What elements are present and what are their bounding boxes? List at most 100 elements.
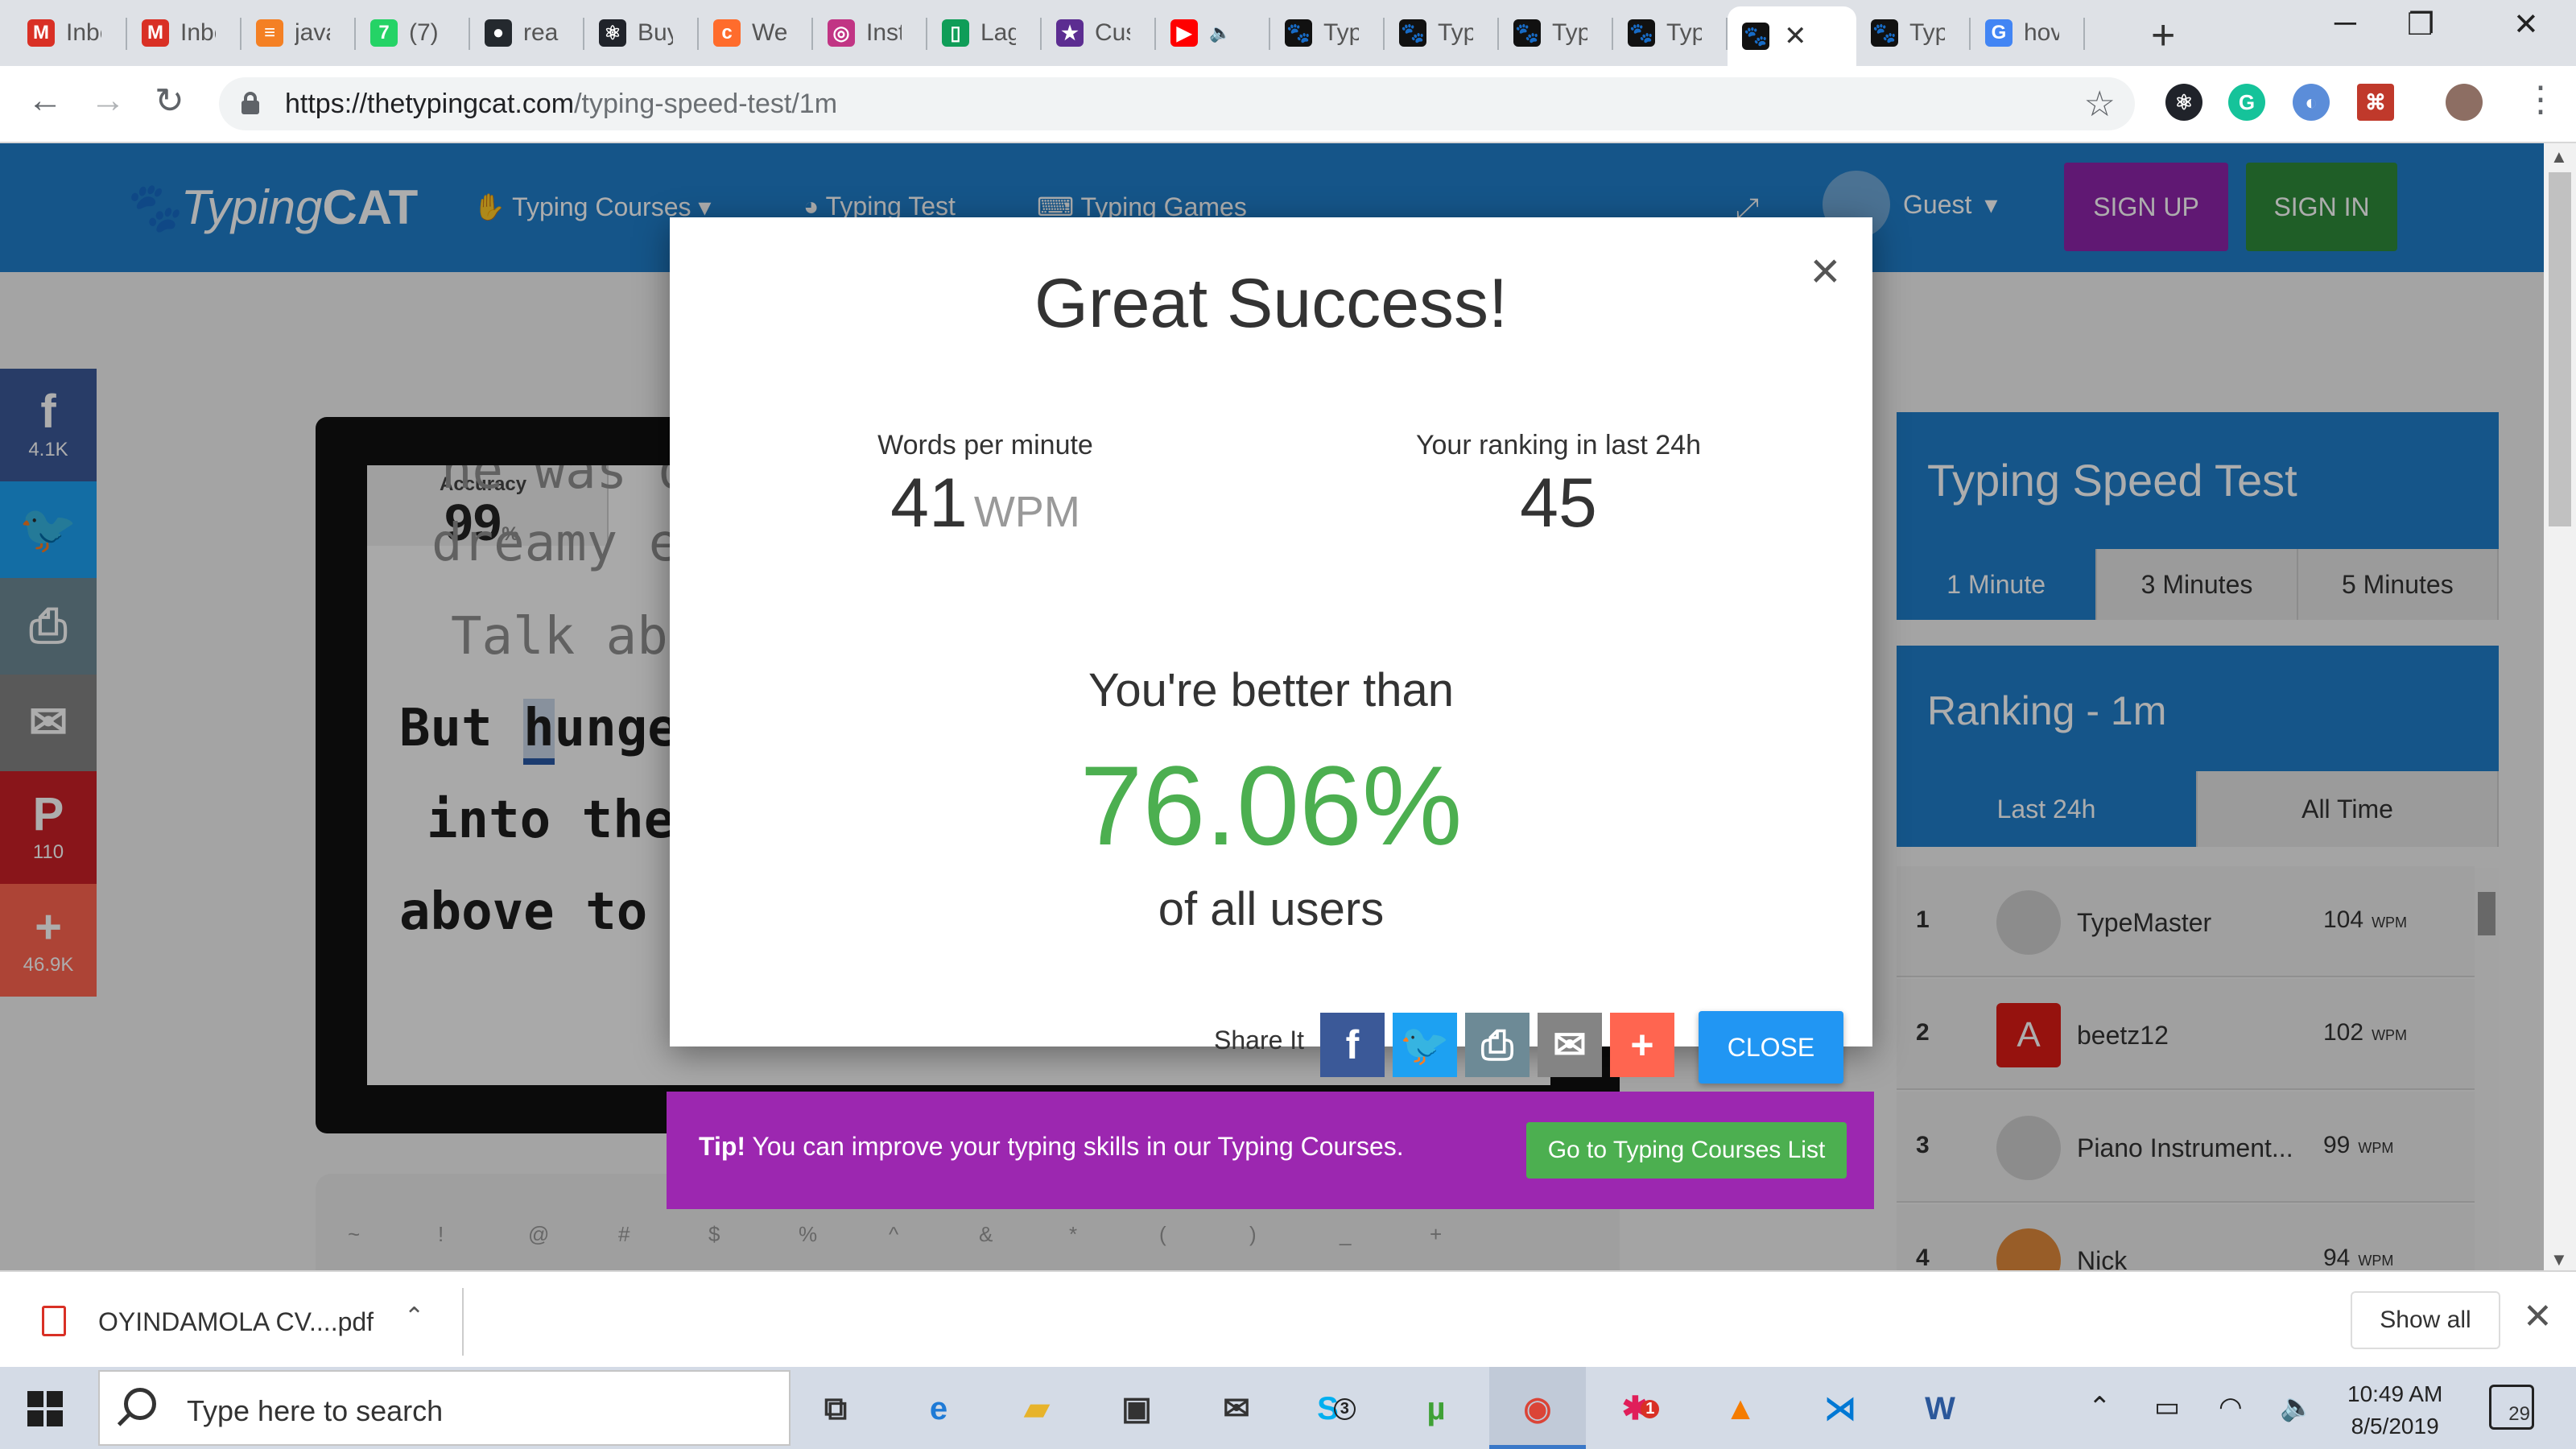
- clock-date: 8/5/2019: [2351, 1414, 2439, 1439]
- show-all-button[interactable]: Show all: [2351, 1291, 2500, 1349]
- minimize-button[interactable]: ─: [2334, 6, 2356, 41]
- skype-icon[interactable]: S3: [1311, 1383, 1362, 1435]
- facebook-share-button[interactable]: f: [1320, 1013, 1385, 1077]
- windows-taskbar: Type here to search ⧉ e ▰ ▣ ✉ S3 µ ◉ ✱ 1 …: [0, 1367, 2576, 1449]
- close-downloads-icon[interactable]: ✕: [2523, 1296, 2553, 1337]
- wifi-icon[interactable]: ◠: [2219, 1391, 2243, 1423]
- browser-tab[interactable]: 🐾 Typ: [1613, 6, 1728, 60]
- scroll-down-icon[interactable]: ▼: [2550, 1249, 2568, 1270]
- url-path: /typing-speed-test/1m: [574, 89, 838, 119]
- gmail-icon: M: [142, 19, 169, 47]
- tray-chevron-icon[interactable]: ⌃: [2088, 1391, 2112, 1423]
- go-to-courses-button[interactable]: Go to Typing Courses List: [1526, 1122, 1847, 1179]
- mail-icon[interactable]: ✉: [1211, 1383, 1262, 1435]
- volume-icon[interactable]: 🔈: [2280, 1391, 2314, 1423]
- tab-title: Typ: [1323, 19, 1359, 46]
- notifications-icon[interactable]: 29: [2489, 1385, 2534, 1430]
- task-view-icon[interactable]: ⧉: [810, 1383, 861, 1435]
- word-icon[interactable]: W: [1914, 1383, 1966, 1435]
- taskbar-search[interactable]: Type here to search: [98, 1370, 791, 1446]
- plus-icon: +: [1630, 1022, 1654, 1067]
- tab-title: Inst: [866, 19, 902, 46]
- store-icon[interactable]: ▣: [1111, 1383, 1162, 1435]
- react-devtools-icon[interactable]: ⚛: [2165, 84, 2202, 121]
- system-clock[interactable]: 10:49 AM 8/5/2019: [2347, 1378, 2442, 1443]
- browser-tab[interactable]: 7 (7): [356, 6, 470, 60]
- utorrent-icon[interactable]: µ: [1410, 1383, 1462, 1435]
- tip-message: You can improve your typing skills in ou…: [752, 1132, 1404, 1161]
- browser-tab[interactable]: 🐾 Typ: [1385, 6, 1499, 60]
- browser-tab[interactable]: Ghov: [1971, 6, 2085, 60]
- wpm-value: 41: [890, 464, 968, 542]
- tab-close-icon[interactable]: ✕: [1784, 20, 1807, 52]
- close-button[interactable]: CLOSE: [1699, 1011, 1843, 1084]
- windows-start-icon[interactable]: [27, 1391, 63, 1426]
- new-tab-button[interactable]: +: [2151, 11, 2175, 60]
- download-divider: [462, 1288, 464, 1356]
- tab-title: We: [752, 19, 787, 46]
- file-explorer-icon[interactable]: ▰: [1011, 1383, 1063, 1435]
- twitter-share-button[interactable]: 🐦: [1393, 1013, 1457, 1077]
- tab-separator: [2083, 18, 2085, 50]
- browser-tab[interactable]: ◎ Inst: [813, 6, 927, 60]
- browser-tab[interactable]: M Inbox: [127, 6, 242, 60]
- results-modal: × Great Success! Words per minute 41 WPM …: [670, 217, 1872, 1084]
- tab-title: Cus: [1095, 19, 1130, 46]
- pdf-extension-icon[interactable]: ⌘: [2357, 84, 2394, 121]
- reload-icon[interactable]: ↻: [155, 80, 184, 122]
- chrome-icon[interactable]: ◉: [1512, 1383, 1563, 1435]
- pdf-file-icon: [42, 1306, 66, 1336]
- better-than-text: You're better than: [1088, 664, 1454, 716]
- browser-tab[interactable]: 🐾 ✕: [1728, 6, 1856, 66]
- battery-icon[interactable]: ▭: [2154, 1391, 2180, 1423]
- extension-icon[interactable]: ◐: [2293, 84, 2330, 121]
- email-icon: ✉: [1553, 1022, 1587, 1067]
- browser-tab[interactable]: 🐾 Typ: [1499, 6, 1613, 60]
- plus-share-button[interactable]: +: [1610, 1013, 1674, 1077]
- page-scrollbar[interactable]: ▲ ▼: [2544, 143, 2576, 1270]
- page-scroll-thumb[interactable]: [2549, 172, 2571, 526]
- back-icon[interactable]: ←: [27, 80, 63, 121]
- browser-tab[interactable]: 🐾 Typ: [1856, 6, 1971, 60]
- vlc-icon[interactable]: ▲: [1715, 1383, 1766, 1435]
- profile-avatar[interactable]: [2446, 84, 2483, 121]
- google-icon: G: [1985, 19, 2013, 47]
- restore-button[interactable]: ❐: [2407, 6, 2434, 43]
- browser-tab[interactable]: c We: [699, 6, 813, 60]
- chevron-up-icon[interactable]: ⌃: [404, 1302, 424, 1331]
- tab-title: Buy: [638, 19, 673, 46]
- download-filename[interactable]: OYINDAMOLA CV....pdf: [98, 1307, 374, 1337]
- paw-icon: 🐾: [1628, 19, 1655, 47]
- browser-tab[interactable]: ⚛ Buy: [584, 6, 699, 60]
- react-icon: ⚛: [599, 19, 626, 47]
- browser-tab[interactable]: ≡ java: [242, 6, 356, 60]
- print-share-button[interactable]: ⎙: [1465, 1013, 1530, 1077]
- grammarly-icon[interactable]: G: [2228, 84, 2265, 121]
- browser-tab[interactable]: ● rea: [470, 6, 584, 60]
- browser-tab[interactable]: ▶ 🔈: [1156, 6, 1270, 60]
- bookmark-star-icon[interactable]: ☆: [2084, 84, 2116, 125]
- browser-tab[interactable]: ▯ Lag: [927, 6, 1042, 60]
- tab-title: Lag: [980, 19, 1016, 46]
- vscode-icon[interactable]: ⋊: [1814, 1383, 1866, 1435]
- email-share-button[interactable]: ✉: [1538, 1013, 1602, 1077]
- chrome-menu-icon[interactable]: ⋮: [2523, 79, 2558, 120]
- tab-title: Typ: [1909, 19, 1945, 46]
- browser-tab[interactable]: 🐾 Typ: [1270, 6, 1385, 60]
- slack-icon[interactable]: ✱ 1: [1615, 1383, 1666, 1435]
- lock-icon: [242, 92, 259, 114]
- edge-icon[interactable]: e: [913, 1383, 964, 1435]
- browser-tab[interactable]: M Inbox: [13, 6, 127, 60]
- window-close-button[interactable]: ✕: [2513, 6, 2539, 43]
- url-text[interactable]: https://thetypingcat.com/typing-speed-te…: [285, 89, 837, 120]
- modal-title: Great Success!: [1034, 265, 1508, 342]
- scroll-up-icon[interactable]: ▲: [2550, 147, 2568, 167]
- address-bar[interactable]: https://thetypingcat.com/typing-speed-te…: [219, 77, 2135, 130]
- slack-badge: 1: [1641, 1399, 1660, 1418]
- forward-icon[interactable]: →: [90, 80, 126, 121]
- browser-toolbar: ← → ↻ https://thetypingcat.com/typing-sp…: [0, 66, 2576, 143]
- browser-tab-strip: + ─ ❐ ✕ M Inbox M Inbox ≡ java 7 (7) ● rea ⚛ Buy c We…: [0, 0, 2576, 66]
- facebook-icon: f: [1345, 1022, 1360, 1067]
- browser-tab[interactable]: ★ Cus: [1042, 6, 1156, 60]
- paw-icon: 🐾: [1513, 19, 1541, 47]
